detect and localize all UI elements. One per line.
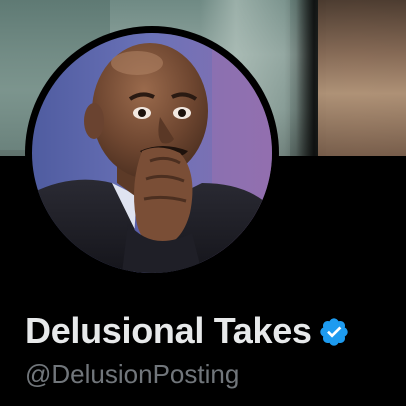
display-name: Delusional Takes xyxy=(25,310,312,351)
profile-handle: @DelusionPosting xyxy=(25,359,240,389)
verified-badge-svg xyxy=(319,318,348,346)
avatar-illustration xyxy=(32,33,272,273)
banner-person-area xyxy=(318,0,406,156)
avatar[interactable] xyxy=(25,26,279,280)
avatar-photo xyxy=(32,33,272,273)
profile-name-row: Delusional Takes xyxy=(25,310,350,352)
verified-check-badge-icon[interactable] xyxy=(318,316,350,348)
profile-header: Delusional Takes @DelusionPosting xyxy=(0,0,406,406)
